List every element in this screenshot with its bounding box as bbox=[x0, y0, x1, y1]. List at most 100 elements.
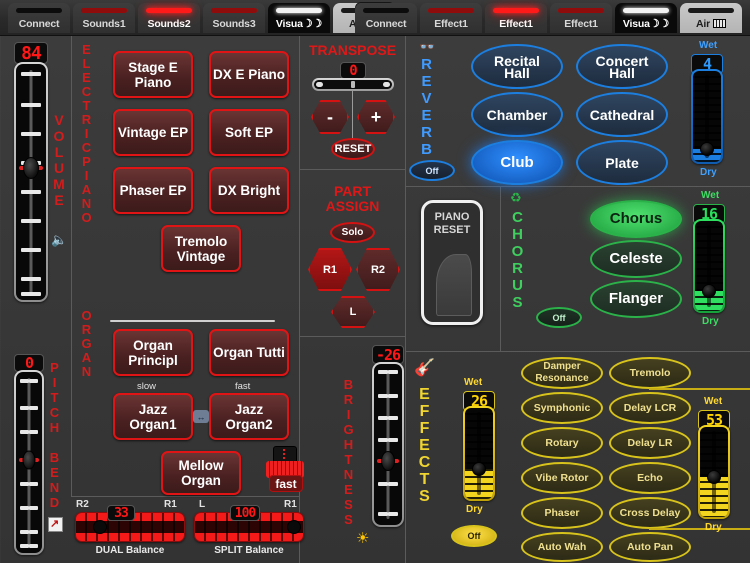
tab-connect-right[interactable]: Connect bbox=[355, 3, 417, 33]
sound-button-jazz-organ1[interactable]: Jazz Organ1 bbox=[113, 393, 193, 440]
chorus-wet-dry-slider[interactable] bbox=[693, 219, 725, 313]
effects-right-slider-knob[interactable] bbox=[707, 469, 721, 484]
tab-sounds1[interactable]: Sounds1 bbox=[73, 3, 135, 33]
dual-balance-left-cap: R2 bbox=[76, 499, 89, 510]
split-balance-label: SPLIT Balance bbox=[214, 545, 284, 556]
split-balance-right-cap: R1 bbox=[284, 499, 297, 510]
pitch-bend-slider-knob[interactable] bbox=[22, 450, 36, 470]
tab-lamp-icon bbox=[623, 8, 669, 13]
tab-sounds3[interactable]: Sounds3 bbox=[203, 3, 265, 33]
split-balance-left-cap: L bbox=[199, 499, 206, 510]
tab-lamp-icon bbox=[363, 8, 409, 13]
effects-button-symphonic[interactable]: Symphonic bbox=[521, 392, 603, 424]
sound-button-jazz-organ2[interactable]: Jazz Organ2 bbox=[209, 393, 289, 440]
part-assign-r2-button[interactable]: R2 bbox=[356, 248, 400, 291]
brightness-label: BRIGHTNESS bbox=[341, 377, 356, 527]
effects-left-slider-knob[interactable] bbox=[472, 461, 486, 476]
chorus-slider-knob[interactable] bbox=[702, 284, 716, 299]
leslie-dots-icon bbox=[283, 449, 285, 460]
chorus-button-celeste[interactable]: Celeste bbox=[590, 240, 682, 278]
effects-left-wet-label: Wet bbox=[464, 377, 483, 388]
tab-air-right[interactable]: Air bbox=[680, 3, 742, 33]
tab-effect1-a[interactable]: Effect1 bbox=[420, 3, 482, 33]
transpose-slider[interactable] bbox=[312, 78, 394, 91]
volume-slider[interactable] bbox=[14, 62, 48, 302]
sound-button-vintage-ep[interactable]: Vintage EP bbox=[113, 109, 193, 156]
brightness-slider-track bbox=[374, 364, 402, 525]
reverb-button-recital-hall[interactable]: Recital Hall bbox=[471, 44, 563, 89]
part-assign-r1-button[interactable]: R1 bbox=[308, 248, 352, 291]
chorus-button-chorus[interactable]: Chorus bbox=[590, 200, 682, 238]
guitar-icon: 🎸 bbox=[414, 358, 436, 377]
effects-off-button[interactable]: Off bbox=[451, 525, 497, 547]
tab-sounds2[interactable]: Sounds2 bbox=[138, 3, 200, 33]
tab-label: Connect bbox=[365, 18, 407, 30]
chorus-off-button[interactable]: Off bbox=[536, 307, 582, 328]
transpose-minus-button[interactable]: - bbox=[311, 100, 349, 134]
transpose-plus-button[interactable]: + bbox=[357, 100, 395, 134]
sound-button-organ-principl[interactable]: Organ Principl bbox=[113, 329, 193, 376]
tab-label: Effect1 bbox=[499, 18, 533, 30]
reverb-slider-knob[interactable] bbox=[700, 142, 714, 157]
group-label-electric-piano: ELECTRICPIANO bbox=[79, 42, 94, 224]
pitch-bend-slider[interactable] bbox=[14, 370, 44, 555]
effects-button-vibe-rotor[interactable]: Vibe Rotor bbox=[521, 462, 603, 494]
piano-reset-button[interactable]: PIANO RESET bbox=[421, 200, 483, 325]
sound-button-dx-bright[interactable]: DX Bright bbox=[209, 167, 289, 214]
effects-button-damper-resonance[interactable]: Damper Resonance bbox=[521, 357, 603, 389]
effects-button-rotary[interactable]: Rotary bbox=[521, 427, 603, 459]
volume-slider-track bbox=[16, 64, 46, 300]
transpose-reset-button[interactable]: RESET bbox=[331, 138, 375, 160]
effects-button-auto-pan[interactable]: Auto Pan bbox=[609, 532, 691, 562]
brightness-slider[interactable] bbox=[372, 362, 404, 527]
tab-connect-left[interactable]: Connect bbox=[8, 3, 70, 33]
sound-button-stage-e-piano[interactable]: Stage E Piano bbox=[113, 51, 193, 98]
tab-effect1-c[interactable]: Effect1 bbox=[550, 3, 612, 33]
transpose-slider-knob[interactable] bbox=[351, 81, 355, 88]
effects-button-auto-wah[interactable]: Auto Wah bbox=[521, 532, 603, 562]
effects-right-wet-label: Wet bbox=[704, 396, 723, 407]
dual-balance-knob[interactable] bbox=[92, 520, 107, 534]
tab-visual-right[interactable]: Visua☽☽ bbox=[615, 3, 677, 33]
effects-button-delay-lr[interactable]: Delay LR bbox=[609, 427, 691, 459]
label-slow: slow bbox=[137, 381, 157, 392]
effects-button-cross-delay[interactable]: Cross Delay bbox=[609, 497, 691, 529]
tab-group-left: Connect Sounds1 Sounds2 Sounds3 Visua☽☽ … bbox=[8, 3, 395, 33]
brightness-slider-knob[interactable] bbox=[381, 451, 395, 471]
tab-effect1-b[interactable]: Effect1 bbox=[485, 3, 547, 33]
reverb-button-club[interactable]: Club bbox=[471, 140, 563, 185]
tab-lamp-icon bbox=[688, 8, 734, 13]
effects-button-delay-lcr[interactable]: Delay LCR bbox=[609, 392, 691, 424]
chorus-button-flanger[interactable]: Flanger bbox=[590, 280, 682, 318]
chorus-panel: ♻ CHORUS Off Chorus Celeste Flanger Wet … bbox=[501, 187, 750, 351]
sound-button-organ-tutti[interactable]: Organ Tutti bbox=[209, 329, 289, 376]
reverb-button-plate[interactable]: Plate bbox=[576, 140, 668, 185]
link-arrow-icon[interactable]: ↔ bbox=[193, 410, 209, 423]
effects-button-tremolo[interactable]: Tremolo bbox=[609, 357, 691, 389]
transpose-value-display: 0 bbox=[340, 62, 366, 79]
sound-button-tremolo-vintage[interactable]: Tremolo Vintage bbox=[161, 225, 241, 272]
reverb-button-cathedral[interactable]: Cathedral bbox=[576, 92, 668, 137]
effects-right-slider[interactable] bbox=[698, 425, 730, 519]
pitch-bend-slider-track bbox=[16, 372, 42, 553]
reverb-off-button[interactable]: Off bbox=[409, 160, 455, 181]
reverb-button-concert-hall[interactable]: Concert Hall bbox=[576, 44, 668, 89]
curve-icon[interactable] bbox=[48, 517, 63, 532]
part-assign-solo-button[interactable]: Solo bbox=[330, 222, 375, 243]
sound-button-soft-ep[interactable]: Soft EP bbox=[209, 109, 289, 156]
sound-button-dx-e-piano[interactable]: DX E Piano bbox=[209, 51, 289, 98]
tab-visual-left[interactable]: Visua☽☽ bbox=[268, 3, 330, 33]
tab-lamp-icon bbox=[276, 8, 322, 13]
tab-group-right: Connect Effect1 Effect1 Effect1 Visua☽☽ … bbox=[355, 3, 742, 33]
sound-button-mellow-organ[interactable]: Mellow Organ bbox=[161, 451, 241, 495]
effects-left-slider[interactable] bbox=[463, 406, 495, 501]
effects-button-echo[interactable]: Echo bbox=[609, 462, 691, 494]
reverb-button-chamber[interactable]: Chamber bbox=[471, 92, 563, 137]
tab-lamp-icon bbox=[558, 8, 604, 13]
sound-button-phaser-ep[interactable]: Phaser EP bbox=[113, 167, 193, 214]
volume-slider-knob[interactable] bbox=[23, 157, 39, 179]
reverb-wet-dry-slider[interactable] bbox=[691, 69, 723, 164]
part-assign-l-button[interactable]: L bbox=[331, 296, 375, 328]
split-balance-knob[interactable] bbox=[287, 520, 302, 534]
effects-button-phaser[interactable]: Phaser bbox=[521, 497, 603, 529]
